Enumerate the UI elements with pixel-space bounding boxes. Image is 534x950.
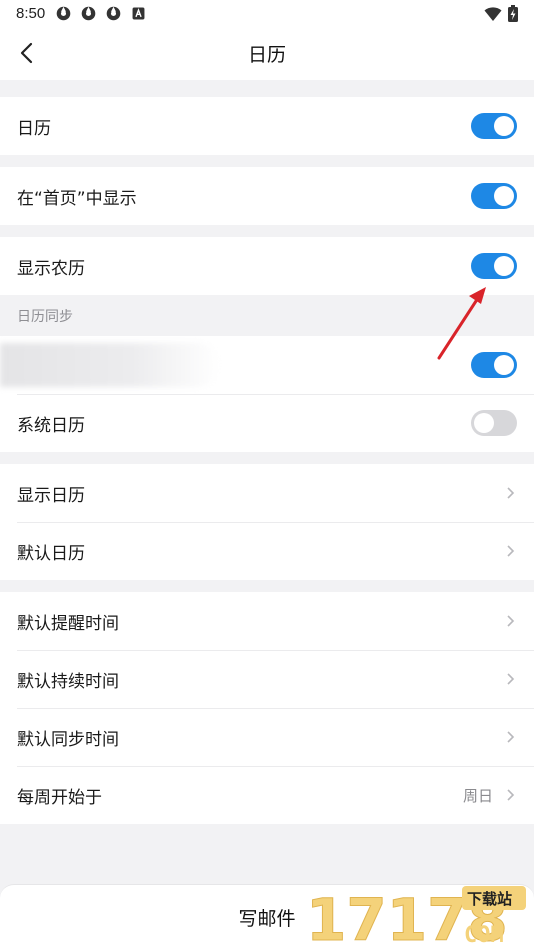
show-on-home-toggle[interactable] <box>471 183 517 209</box>
show-on-home-label: 在“首页”中显示 <box>17 188 137 209</box>
app-notification-icon <box>81 6 96 21</box>
calendar-label: 日历 <box>17 118 51 139</box>
sync-group: 系统日历 <box>0 336 534 452</box>
show-calendar-row[interactable]: 显示日历 <box>0 464 534 522</box>
sync-time-label: 默认同步时间 <box>17 729 119 750</box>
section-gap <box>0 452 534 464</box>
system-calendar-row[interactable]: 系统日历 <box>0 394 534 452</box>
default-calendar-row[interactable]: 默认日历 <box>0 522 534 580</box>
wifi-icon <box>484 6 502 21</box>
section-gap <box>0 580 534 592</box>
lunar-group: 显示农历 <box>0 237 534 295</box>
chevron-right-icon <box>507 789 515 801</box>
reminder-time-label: 默认提醒时间 <box>17 613 119 634</box>
sync-time-row[interactable]: 默认同步时间 <box>0 708 534 766</box>
chevron-left-icon[interactable] <box>14 39 42 67</box>
system-calendar-label: 系统日历 <box>17 415 85 436</box>
week-start-value: 周日 <box>462 786 493 805</box>
show-calendar-label: 显示日历 <box>17 485 85 506</box>
section-gap <box>0 225 534 237</box>
site-watermark-logo: 17178 下载站 COM <box>306 886 526 948</box>
home-group: 在“首页”中显示 <box>0 167 534 225</box>
section-gap <box>0 80 534 97</box>
section-gap <box>0 155 534 167</box>
week-start-label: 每周开始于 <box>17 787 102 808</box>
week-start-row[interactable]: 每周开始于 周日 <box>0 766 534 824</box>
calendar-toggle[interactable] <box>471 113 517 139</box>
compose-button[interactable]: 写邮件 <box>238 904 295 931</box>
blurred-account-name <box>0 343 220 387</box>
display-group: 显示日历 默认日历 <box>0 464 534 580</box>
toggle-knob <box>494 355 514 375</box>
show-lunar-row[interactable]: 显示农历 <box>0 237 534 295</box>
system-calendar-toggle[interactable] <box>471 410 517 436</box>
reminder-time-row[interactable]: 默认提醒时间 <box>0 592 534 650</box>
chevron-right-icon <box>507 545 515 557</box>
sync-section-title: 日历同步 <box>0 295 534 336</box>
toggle-knob <box>494 186 514 206</box>
duration-row[interactable]: 默认持续时间 <box>0 650 534 708</box>
status-time: 8:50 <box>16 5 46 22</box>
status-bar: 8:50 <box>0 0 534 27</box>
app-notification-icon <box>56 6 71 21</box>
calendar-group: 日历 <box>0 97 534 155</box>
watermark-suffix: COM <box>464 923 504 948</box>
defaults-group: 默认提醒时间 默认持续时间 默认同步时间 每周开始于 周日 <box>0 592 534 824</box>
chevron-right-icon <box>507 731 515 743</box>
default-calendar-label: 默认日历 <box>17 543 85 564</box>
chevron-right-icon <box>507 615 515 627</box>
chevron-right-icon <box>507 673 515 685</box>
a-badge-icon <box>132 7 145 20</box>
watermark-badge: 下载站 <box>467 890 512 908</box>
sync-account-row[interactable] <box>0 336 534 394</box>
app-header: 日历 <box>0 27 534 80</box>
battery-charging-icon <box>508 5 518 22</box>
show-lunar-toggle[interactable] <box>471 253 517 279</box>
duration-label: 默认持续时间 <box>17 671 119 692</box>
app-notification-icon <box>106 6 121 21</box>
toggle-knob <box>494 116 514 136</box>
toggle-knob <box>474 413 494 433</box>
page-title: 日历 <box>247 44 286 66</box>
calendar-toggle-row[interactable]: 日历 <box>0 97 534 155</box>
toggle-knob <box>494 256 514 276</box>
show-on-home-row[interactable]: 在“首页”中显示 <box>0 167 534 225</box>
show-lunar-label: 显示农历 <box>17 258 85 279</box>
chevron-right-icon <box>507 487 515 499</box>
sync-account-toggle[interactable] <box>471 352 517 378</box>
